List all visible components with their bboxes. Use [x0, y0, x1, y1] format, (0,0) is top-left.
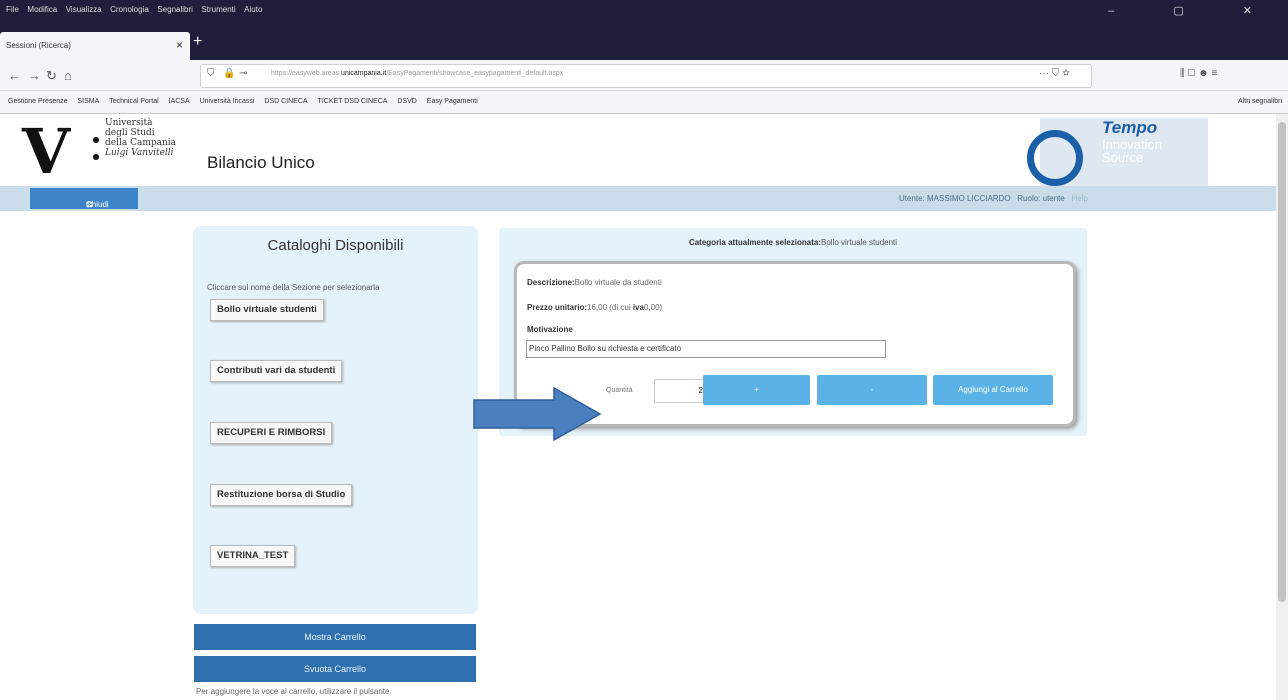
reload-icon[interactable]: ↻ — [46, 68, 57, 84]
bookmark-item[interactable]: Easy Pagamenti — [427, 91, 478, 113]
menu-aiuto[interactable]: Aiuto — [244, 0, 262, 20]
page-actions-icon[interactable]: ··· ⛉ ☆ — [1039, 68, 1070, 79]
show-cart-button[interactable]: Mostra Carrello — [194, 624, 476, 650]
menu-visualizza[interactable]: Visualizza — [66, 0, 102, 20]
menu-modifica[interactable]: Modifica — [27, 0, 57, 20]
increment-button[interactable]: + — [703, 375, 810, 405]
partner-title: Tempo — [1102, 118, 1158, 137]
tab-close-icon[interactable]: × — [176, 38, 183, 52]
bookmarks-bar: Gestione Presenze SISMA Technical Portal… — [0, 91, 1288, 114]
catalog-item-vetrina[interactable]: VETRINA_TEST — [210, 545, 296, 567]
description-row: Descrizione:Bollo virtuale da studenti — [527, 278, 662, 287]
price-label: Prezzo unitario: — [527, 303, 588, 312]
bookmark-item[interactable]: SISMA — [78, 91, 100, 113]
window-controls[interactable]: – ▢ ✕ — [1108, 4, 1280, 17]
help-link[interactable]: Help — [1072, 194, 1088, 203]
browser-tab[interactable]: Sessioni (Ricerca) × — [0, 32, 190, 60]
scrollbar-thumb[interactable] — [1278, 122, 1286, 602]
menu-cronologia[interactable]: Cronologia — [110, 0, 149, 20]
browser-menu-bar: File Modifica Visualizza Cronologia Segn… — [0, 0, 1288, 26]
key-icon: ⊸ — [239, 68, 248, 79]
tab-title: Sessioni (Ricerca) — [6, 41, 71, 50]
partner-logo-icon — [1027, 130, 1083, 186]
new-tab-icon[interactable]: + — [193, 33, 202, 51]
other-bookmarks[interactable]: Altri segnalibri — [1238, 91, 1282, 113]
price-row: Prezzo unitario:16,00 (di cui iva0,00) — [527, 303, 662, 312]
selected-category-value: Bollo virtuale studenti — [821, 238, 898, 247]
university-line: della Campania — [105, 138, 177, 148]
annotation-arrow — [473, 386, 602, 442]
university-name: Università degli Studi della Campania Lu… — [105, 118, 176, 158]
lock-icon[interactable]: 🔒 — [223, 68, 235, 79]
quantity-label: Quantità — [606, 387, 633, 394]
catalog-item-recuperi[interactable]: RECUPERI E RIMBORSI — [210, 422, 333, 444]
iva-value: 0,00) — [643, 303, 663, 312]
partner-subtitle: Innovation Source — [1102, 138, 1162, 164]
iva-label: iva — [632, 303, 644, 312]
university-logo: V — [22, 115, 71, 188]
url-bar[interactable]: ⛉ 🔒 ⊸ https://easyweb.areas.unicampania.… — [200, 64, 1092, 88]
close-button[interactable]: ⊠ Chiudi — [30, 188, 138, 209]
bookmark-item[interactable]: Università Incassi — [200, 91, 255, 113]
logo-dot — [93, 154, 99, 160]
bookmark-item[interactable]: Technical Portal — [109, 91, 158, 113]
description-label: Descrizione: — [527, 278, 575, 287]
bookmark-item[interactable]: TICKET DSD CINECA — [318, 91, 388, 113]
home-icon[interactable]: ⌂ — [64, 68, 72, 83]
motivation-label-text: Motivazione — [527, 325, 573, 334]
university-line: Università — [105, 118, 153, 128]
catalog-item-restituzione[interactable]: Restituzione borsa di Studio — [210, 484, 353, 506]
logo-dot — [93, 137, 99, 143]
url-text: https://easyweb.areas.unicampania.it/Eas… — [271, 70, 564, 77]
user-info: Utente: MASSIMO LICCIARDO Ruolo: utente … — [899, 194, 1088, 203]
add-to-cart-button[interactable]: Aggiungi al Carrello — [933, 375, 1053, 405]
forward-icon[interactable]: → — [28, 68, 41, 83]
motivation-label: Motivazione — [527, 325, 573, 334]
selected-category-label: Categoria attualmente selezionata: — [688, 238, 821, 247]
university-line: Luigi Vanvitelli — [105, 148, 174, 158]
toolbar-right-icons[interactable]: ⫼ ▢ ☻ ≡ — [1180, 68, 1217, 79]
partner-sub-line: Source — [1102, 150, 1144, 165]
menu-strumenti[interactable]: Strumenti — [201, 0, 235, 20]
catalog-item-contributi[interactable]: Contributi vari da studenti — [210, 360, 343, 382]
university-line: degli Studi — [105, 128, 155, 138]
price-value: 16,00 (di cui — [587, 303, 633, 312]
description-value: Bollo virtuale da studenti — [574, 278, 662, 287]
bookmark-item[interactable]: IACSA — [169, 91, 190, 113]
menu-segnalibri[interactable]: Segnalibri — [157, 0, 193, 20]
user-label: Utente: MASSIMO LICCIARDO — [899, 194, 1011, 203]
bookmark-item[interactable]: Gestione Presenze — [8, 91, 68, 113]
navigation-bar: ← → ↻ ⌂ ⛉ 🔒 ⊸ https://easyweb.areas.unic… — [0, 60, 1288, 91]
catalog-title: Cataloghi Disponibili — [267, 237, 404, 254]
motivation-input[interactable]: Pinco Pallino Bollo su richiesta e certi… — [526, 340, 886, 358]
catalog-hint: Cliccare sul nome della Sezione per sele… — [207, 283, 380, 292]
role-label: Ruolo: utente — [1017, 194, 1065, 203]
back-icon[interactable]: ← — [8, 68, 21, 83]
bookmark-item[interactable]: DSD CINECA — [264, 91, 307, 113]
shield-icon[interactable]: ⛉ — [207, 68, 215, 79]
decrement-button[interactable]: - — [817, 375, 927, 405]
quantity-input[interactable]: 2 — [654, 379, 704, 403]
empty-cart-button[interactable]: Svuota Carrello — [194, 656, 476, 682]
selected-category: Categoria attualmente selezionata:Bollo … — [499, 238, 1087, 247]
bottom-hint: Per aggiungere la voce al carrello, util… — [196, 687, 390, 696]
catalog-item-bollo[interactable]: Bollo virtuale studenti — [210, 299, 324, 321]
menu-file[interactable]: File — [6, 0, 19, 20]
bookmark-item[interactable]: DSVD — [397, 91, 416, 113]
app-title: Bilancio Unico — [207, 153, 315, 172]
